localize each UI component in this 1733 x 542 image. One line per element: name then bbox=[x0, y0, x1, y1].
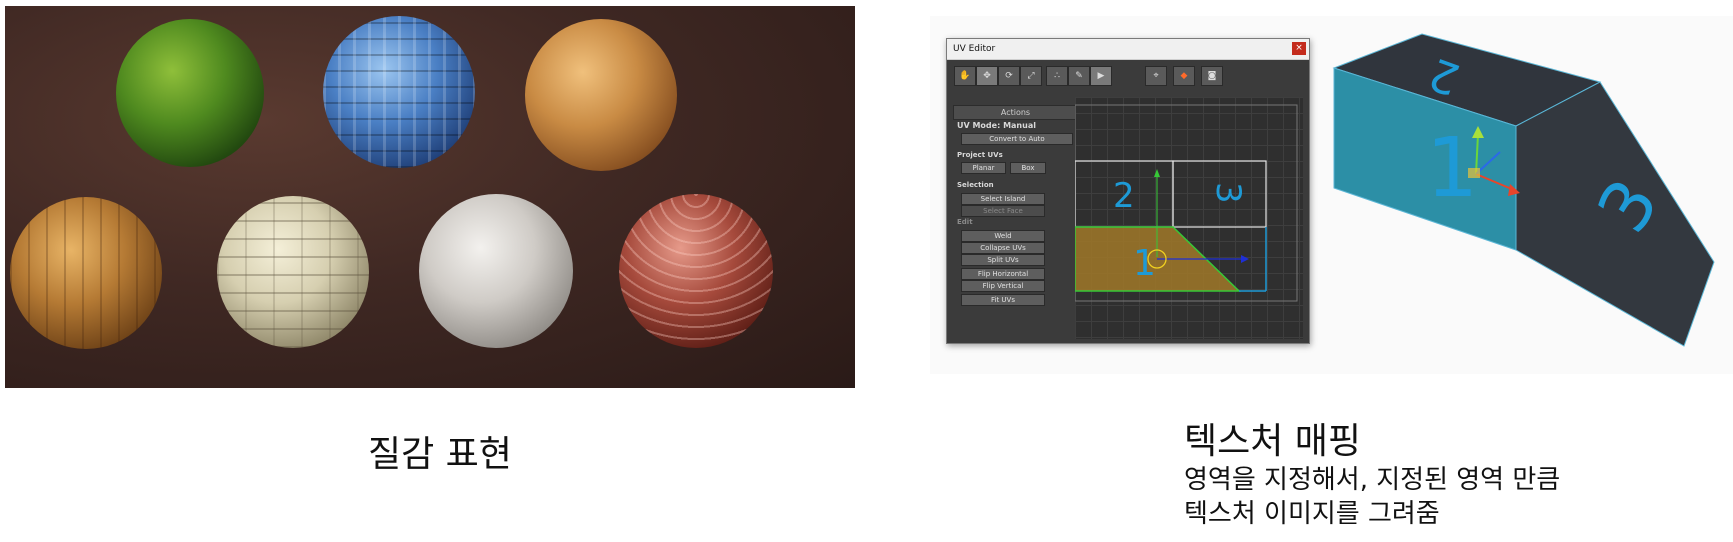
scale-tool-button[interactable]: ⤢ bbox=[1020, 66, 1042, 86]
flip-horizontal-button[interactable]: Flip Horizontal bbox=[961, 268, 1045, 280]
collapse-uvs-button[interactable]: Collapse UVs bbox=[961, 242, 1045, 254]
uv-label-3: 3 bbox=[1208, 182, 1248, 204]
uv-editor-title: UV Editor bbox=[953, 44, 996, 54]
convert-to-auto-button[interactable]: Convert to Auto bbox=[961, 133, 1073, 145]
scales-sphere bbox=[619, 194, 773, 348]
clay-sphere bbox=[525, 19, 677, 171]
split-uvs-button[interactable]: Split UVs bbox=[961, 254, 1045, 266]
uv-editor-window: UV Editor × ✋ ✥ ⟳ ⤢ ∴ ✎ ▶ ⌖ ◆ ◙ Actions … bbox=[946, 38, 1310, 344]
vertex-select-button[interactable]: ∴ bbox=[1046, 66, 1068, 86]
concrete-sphere bbox=[419, 194, 573, 348]
texture-mapping-desc-line2: 텍스처 이미지를 그려줌 bbox=[1184, 499, 1440, 529]
face-select-button[interactable]: ▶ bbox=[1090, 66, 1112, 86]
wood-sphere bbox=[10, 197, 162, 349]
actions-header: Actions bbox=[953, 105, 1078, 120]
uv-label-1: 1 bbox=[1133, 243, 1156, 284]
project-uvs-label: Project UVs bbox=[957, 151, 1003, 159]
edit-label: Edit bbox=[957, 218, 973, 226]
flip-vertical-button[interactable]: Flip Vertical bbox=[961, 280, 1045, 292]
move-tool-button[interactable]: ✥ bbox=[976, 66, 998, 86]
texture-mapping-caption: 텍스처 매핑 bbox=[1184, 421, 1362, 462]
actions-panel: Actions UV Mode: Manual Convert to Auto … bbox=[953, 105, 1078, 337]
uv-canvas[interactable]: 2 3 1 bbox=[1075, 97, 1303, 339]
close-button[interactable]: × bbox=[1292, 42, 1306, 55]
textured-box-model: 2 1 3 bbox=[1332, 33, 1715, 347]
weld-button[interactable]: Weld bbox=[961, 230, 1045, 242]
fit-uvs-button[interactable]: Fit UVs bbox=[961, 294, 1045, 306]
blue-tile-sphere bbox=[323, 16, 475, 168]
planar-button[interactable]: Planar bbox=[961, 162, 1006, 174]
brick-sphere bbox=[217, 196, 369, 348]
select-face-button[interactable]: Select Face bbox=[961, 205, 1045, 217]
uv-editor-titlebar: UV Editor × bbox=[947, 39, 1309, 60]
uv-mode-label: UV Mode: Manual bbox=[957, 121, 1036, 130]
box-button[interactable]: Box bbox=[1010, 162, 1046, 174]
rotate-tool-button[interactable]: ⟳ bbox=[998, 66, 1020, 86]
edge-select-button[interactable]: ✎ bbox=[1068, 66, 1090, 86]
material-spheres-image bbox=[5, 6, 855, 388]
grass-sphere bbox=[116, 19, 264, 167]
texture-expression-caption: 질감 표현 bbox=[368, 434, 512, 475]
pivot-button[interactable]: ⌖ bbox=[1145, 66, 1167, 86]
screenshot-button[interactable]: ◙ bbox=[1201, 66, 1223, 86]
texture-mapping-desc-line1: 영역을 지정해서, 지정된 영역 만큼 bbox=[1184, 465, 1561, 495]
hand-tool-button[interactable]: ✋ bbox=[954, 66, 976, 86]
texture-preview-button[interactable]: ◆ bbox=[1173, 66, 1195, 86]
selection-label: Selection bbox=[957, 181, 994, 189]
uv-label-2: 2 bbox=[1113, 176, 1135, 216]
select-island-button[interactable]: Select Island bbox=[961, 193, 1045, 205]
